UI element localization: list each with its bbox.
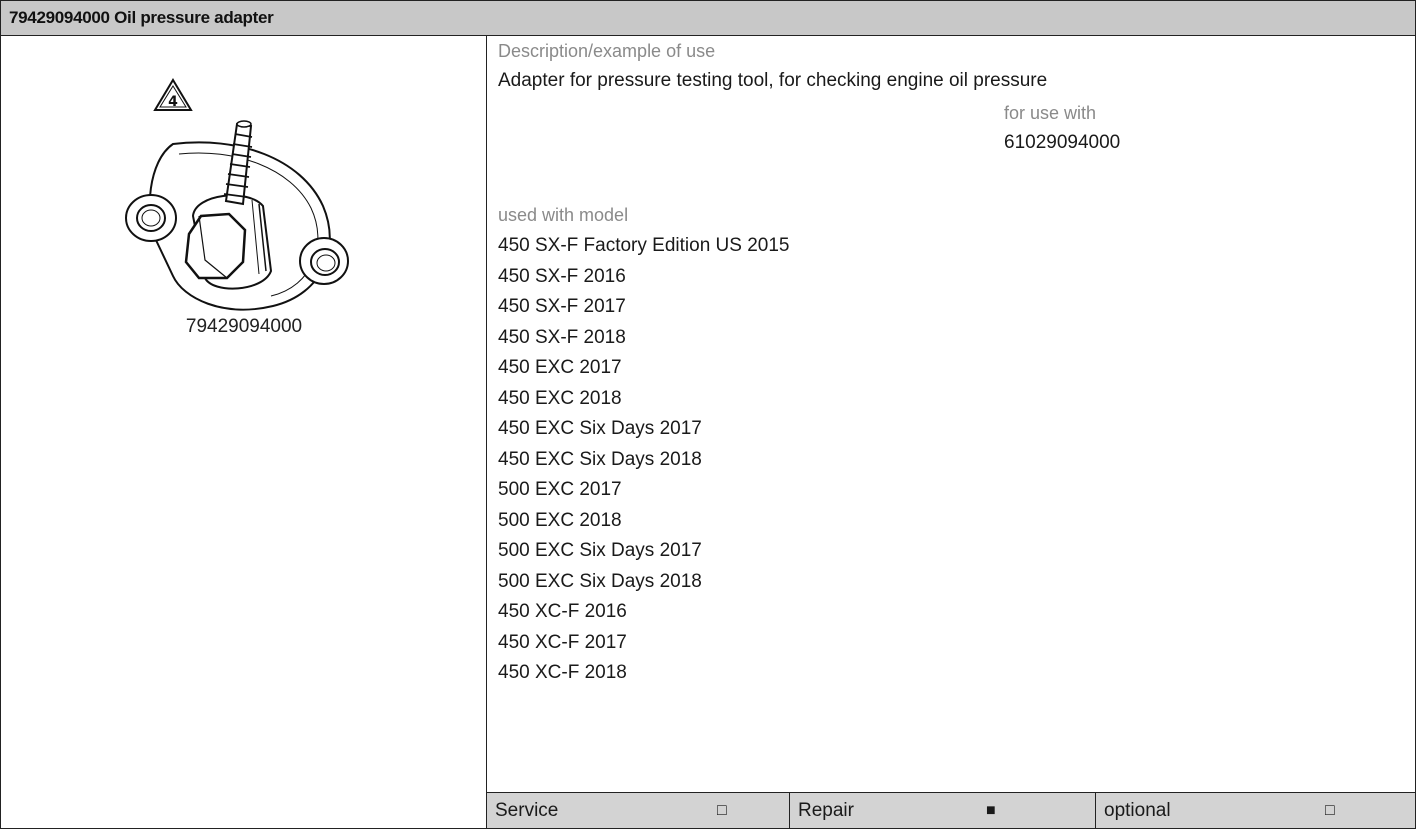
optional-checkbox-empty-icon: □: [1325, 802, 1335, 819]
list-item: 450 SX-F 2017: [498, 296, 626, 317]
service-checkbox-empty-icon: □: [717, 802, 727, 819]
page-title: 79429094000 Oil pressure adapter: [9, 8, 274, 27]
description-text: Adapter for pressure testing tool, for c…: [498, 70, 1048, 91]
service-label: Service: [495, 800, 559, 821]
tool-sheet: 79429094000 Oil pressure adapter 4 79429…: [0, 0, 1416, 829]
figure-panel: 4 79429094000: [1, 36, 487, 828]
list-item: 450 SX-F 2018: [498, 326, 626, 348]
list-item: 450 SX-F Factory Edition US 2015: [498, 235, 790, 256]
service-cell: Service □: [487, 793, 789, 828]
list-item: 450 EXC 2017: [498, 357, 622, 378]
description-label: Description/example of use: [498, 41, 716, 61]
for-use-with-value: 61029094000: [1004, 132, 1121, 153]
list-item: 500 EXC 2017: [498, 479, 622, 500]
list-item: 500 EXC 2018: [498, 509, 622, 531]
details-panel: Description/example of use Adapter for p…: [487, 36, 1415, 828]
repair-checkbox-filled-icon: ■: [986, 802, 996, 819]
model-list: 450 SX-F Factory Edition US 2015 450 SX-…: [498, 231, 789, 689]
optional-label: optional: [1104, 800, 1171, 821]
warning-triangle-icon: 4: [153, 78, 193, 111]
list-item: 450 XC-F 2016: [498, 601, 627, 622]
optional-cell: optional □: [1095, 793, 1415, 828]
repair-cell: Repair ■: [789, 793, 1095, 828]
warning-number: 4: [168, 94, 178, 110]
list-item: 450 XC-F 2017: [498, 631, 627, 653]
part-number-caption: 79429094000: [185, 316, 303, 337]
used-with-model-label: used with model: [498, 205, 629, 225]
list-item: 450 EXC Six Days 2017: [498, 418, 702, 439]
list-item: 450 XC-F 2018: [498, 662, 627, 683]
oil-pressure-adapter-illustration: 4: [125, 78, 349, 311]
list-item: 450 EXC 2018: [498, 387, 622, 409]
list-item: 500 EXC Six Days 2018: [498, 570, 702, 592]
repair-label: Repair: [798, 800, 854, 821]
title-bar: 79429094000 Oil pressure adapter: [1, 1, 1415, 36]
for-use-with-label: for use with: [1004, 103, 1097, 123]
list-item: 500 EXC Six Days 2017: [498, 540, 702, 561]
list-item: 450 EXC Six Days 2018: [498, 448, 702, 470]
usage-category-row: Service □ Repair ■ optional □: [487, 792, 1415, 828]
list-item: 450 SX-F 2016: [498, 265, 626, 287]
